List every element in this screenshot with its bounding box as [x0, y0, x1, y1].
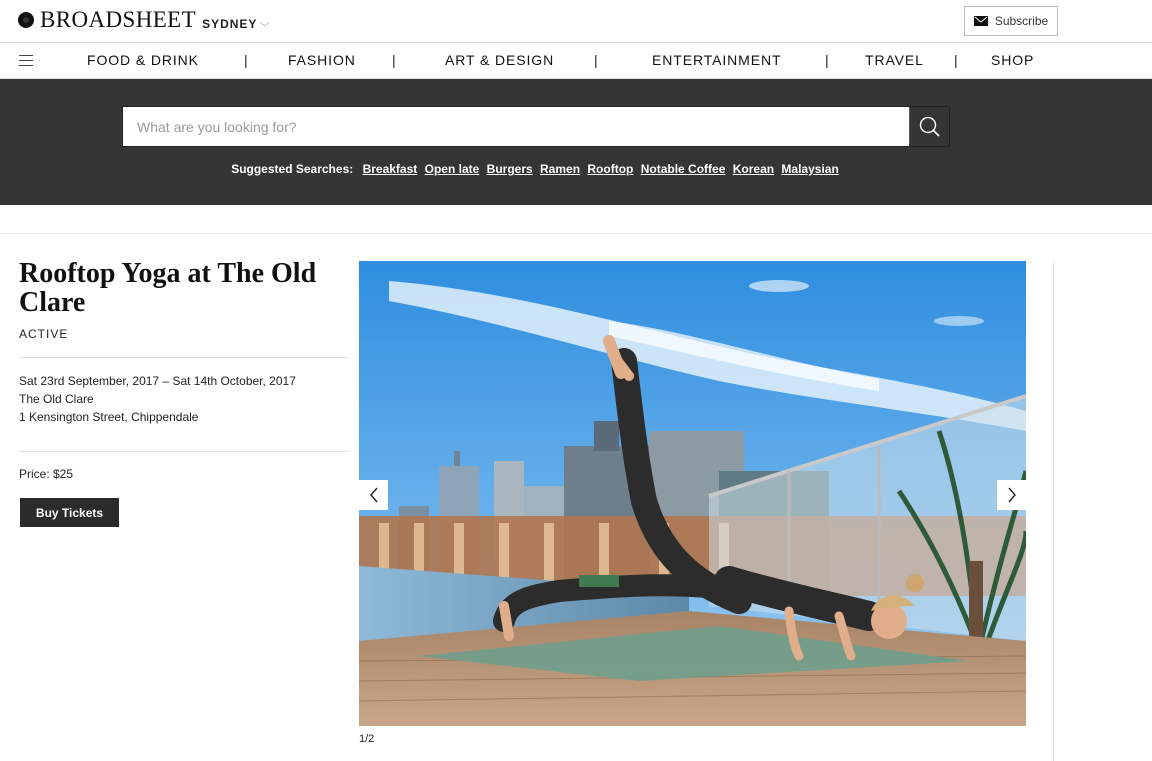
nav-separator: |	[594, 52, 598, 68]
logo[interactable]: BROADSHEET SYDNEY ⌵	[18, 7, 270, 33]
event-venue[interactable]: The Old Clare	[19, 390, 94, 408]
subscribe-label: Subscribe	[994, 14, 1049, 28]
nav-separator: |	[244, 52, 248, 68]
nav-item-food-drink[interactable]: FOOD & DRINK	[87, 52, 199, 68]
gallery-next-button[interactable]	[997, 480, 1026, 510]
divider	[19, 357, 348, 358]
event-address[interactable]: 1 Kensington Street, Chippendale	[19, 408, 198, 426]
chevron-down-icon: ⌵	[259, 18, 272, 29]
nav-item-travel[interactable]: TRAVEL	[865, 52, 924, 68]
suggestion-link[interactable]: Notable Coffee	[641, 162, 726, 176]
suggested-searches-label: Suggested Searches:	[231, 162, 354, 176]
gallery-prev-button[interactable]	[359, 480, 388, 510]
divider	[19, 451, 348, 452]
event-category[interactable]: ACTIVE	[19, 327, 68, 341]
chevron-right-icon	[1007, 487, 1016, 503]
nav-item-art-design[interactable]: ART & DESIGN	[445, 52, 554, 68]
suggestion-link[interactable]: Malaysian	[781, 162, 838, 176]
suggestion-link[interactable]: Rooftop	[587, 162, 633, 176]
buy-tickets-button[interactable]: Buy Tickets	[20, 498, 119, 527]
nav-item-shop[interactable]: SHOP	[991, 52, 1034, 68]
nav-separator: |	[954, 52, 958, 68]
logo-mark-icon	[18, 12, 34, 28]
gallery-counter: 1/2	[359, 733, 375, 745]
suggestion-link[interactable]: Ramen	[540, 162, 580, 176]
top-bar: BROADSHEET SYDNEY ⌵ Subscribe	[0, 0, 1152, 43]
main-nav: FOOD & DRINK | FASHION | ART & DESIGN | …	[0, 43, 1152, 79]
search-box	[122, 106, 950, 147]
city-selector[interactable]: SYDNEY ⌵	[202, 17, 270, 31]
divider	[0, 233, 1152, 234]
event-dates: Sat 23rd September, 2017 – Sat 14th Octo…	[19, 374, 296, 388]
event-price: Price: $25	[19, 467, 74, 481]
search-button[interactable]	[909, 107, 949, 146]
logo-text: BROADSHEET	[40, 7, 197, 32]
suggestion-link[interactable]: Burgers	[487, 162, 533, 176]
envelope-icon	[973, 16, 988, 26]
chevron-left-icon	[369, 487, 378, 503]
suggested-searches: Suggested Searches: Breakfast Open late …	[0, 162, 1072, 176]
subscribe-button[interactable]: Subscribe	[964, 6, 1058, 36]
nav-item-entertainment[interactable]: ENTERTAINMENT	[652, 52, 781, 68]
event-photo[interactable]	[359, 261, 1026, 726]
nav-separator: |	[392, 52, 396, 68]
nav-item-fashion[interactable]: FASHION	[288, 52, 356, 68]
search-section: Suggested Searches: Breakfast Open late …	[0, 79, 1152, 205]
search-icon	[919, 116, 940, 137]
suggestion-link[interactable]: Open late	[425, 162, 480, 176]
event-title: Rooftop Yoga at The Old Clare	[19, 258, 317, 318]
search-input[interactable]	[123, 107, 909, 146]
suggestion-link[interactable]: Korean	[733, 162, 774, 176]
suggestion-link[interactable]: Breakfast	[363, 162, 418, 176]
column-divider	[1053, 261, 1054, 761]
menu-icon[interactable]	[19, 55, 33, 66]
city-label: SYDNEY	[202, 16, 258, 31]
nav-separator: |	[825, 52, 829, 68]
